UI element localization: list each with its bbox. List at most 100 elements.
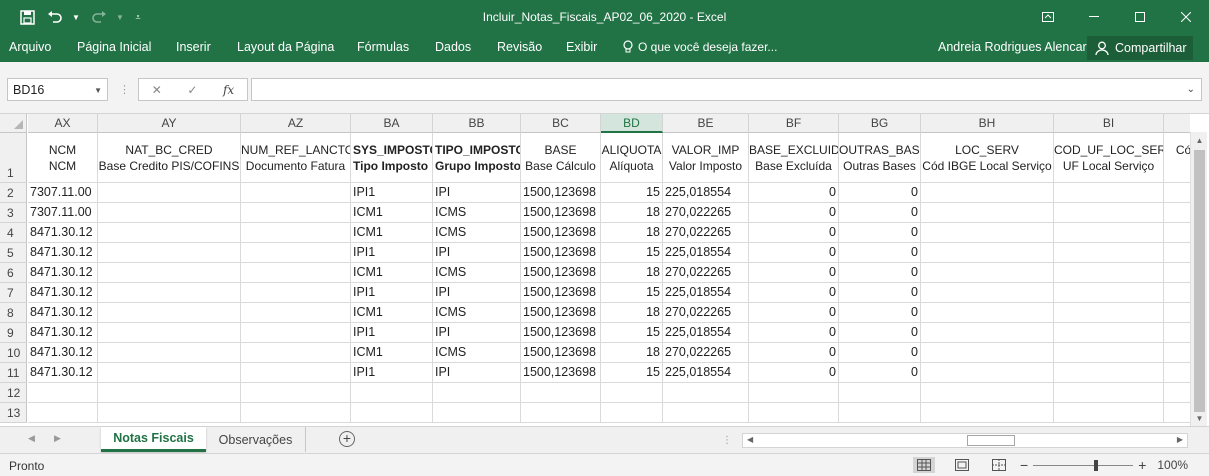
table-cell[interactable]: 0 [839, 323, 921, 343]
header-cell[interactable]: NCM NCM [28, 133, 98, 183]
table-cell[interactable] [98, 243, 241, 263]
table-cell[interactable] [839, 403, 921, 423]
table-cell[interactable]: 0 [839, 183, 921, 203]
table-cell[interactable] [921, 363, 1054, 383]
table-cell[interactable] [241, 383, 351, 403]
column-header[interactable]: BA [351, 114, 433, 133]
table-cell[interactable]: IPI [433, 243, 521, 263]
zoom-out-icon[interactable]: − [1020, 457, 1028, 473]
table-cell[interactable] [1054, 323, 1164, 343]
table-cell[interactable]: 270,022265 [663, 203, 749, 223]
scroll-down-icon[interactable]: ▼ [1191, 410, 1208, 426]
name-box[interactable]: BD16 ▼ [7, 78, 108, 101]
table-cell[interactable] [921, 303, 1054, 323]
table-cell[interactable] [241, 223, 351, 243]
table-cell[interactable]: 0 [839, 303, 921, 323]
header-cell[interactable]: OUTRAS_BASE Outras Bases [839, 133, 921, 183]
expand-formula-bar-icon[interactable]: ⌄ [1187, 84, 1195, 95]
table-cell[interactable]: ICM1 [351, 223, 433, 243]
select-all-button[interactable] [0, 114, 27, 133]
table-cell[interactable] [28, 383, 98, 403]
table-cell[interactable]: 1500,123698 [521, 203, 601, 223]
table-cell[interactable] [98, 403, 241, 423]
table-cell[interactable] [98, 263, 241, 283]
table-cell[interactable] [98, 303, 241, 323]
table-cell[interactable] [1054, 283, 1164, 303]
header-cell[interactable]: SYS_IMPOSTO Tipo Imposto [351, 133, 433, 183]
table-cell[interactable] [1054, 363, 1164, 383]
add-sheet-icon[interactable]: + [339, 431, 355, 447]
table-cell[interactable]: 1500,123698 [521, 343, 601, 363]
table-cell[interactable] [921, 203, 1054, 223]
table-cell[interactable] [601, 403, 663, 423]
table-cell[interactable]: IPI [433, 323, 521, 343]
tab-exibir[interactable]: Exibir [566, 40, 597, 54]
table-cell[interactable]: 18 [601, 343, 663, 363]
table-cell[interactable]: 1500,123698 [521, 183, 601, 203]
table-cell[interactable]: IPI [433, 283, 521, 303]
table-cell[interactable] [1164, 343, 1190, 363]
table-cell[interactable]: IPI1 [351, 323, 433, 343]
table-cell[interactable]: 8471.30.12 [28, 323, 98, 343]
column-header[interactable]: AX [28, 114, 98, 133]
column-header[interactable]: AZ [241, 114, 351, 133]
table-cell[interactable] [1164, 283, 1190, 303]
table-cell[interactable] [98, 183, 241, 203]
formula-input[interactable]: ⌄ [251, 78, 1202, 101]
table-cell[interactable] [1054, 203, 1164, 223]
zoom-in-icon[interactable]: + [1138, 457, 1146, 473]
table-cell[interactable] [1164, 323, 1190, 343]
table-cell[interactable]: ICMS [433, 203, 521, 223]
tab-pagina-inicial[interactable]: Página Inicial [77, 40, 151, 54]
table-cell[interactable]: 7307.11.00 [28, 183, 98, 203]
table-cell[interactable] [433, 383, 521, 403]
table-cell[interactable] [921, 323, 1054, 343]
table-cell[interactable] [1164, 403, 1190, 423]
table-cell[interactable] [921, 263, 1054, 283]
table-cell[interactable] [98, 223, 241, 243]
table-cell[interactable] [28, 403, 98, 423]
table-cell[interactable]: 1500,123698 [521, 283, 601, 303]
row-header[interactable]: 6 [0, 263, 27, 283]
formula-bar-grip-icon[interactable]: ⋮ [119, 83, 130, 96]
table-cell[interactable]: IPI1 [351, 243, 433, 263]
table-cell[interactable] [351, 403, 433, 423]
table-cell[interactable] [241, 243, 351, 263]
previous-sheet-icon[interactable]: ◀ [28, 433, 35, 444]
table-cell[interactable]: 0 [749, 303, 839, 323]
table-cell[interactable]: 8471.30.12 [28, 263, 98, 283]
share-button[interactable]: Compartilhar [1087, 36, 1193, 60]
table-cell[interactable] [921, 183, 1054, 203]
table-cell[interactable]: 0 [839, 243, 921, 263]
table-cell[interactable] [241, 323, 351, 343]
table-cell[interactable] [98, 343, 241, 363]
column-header[interactable]: BD [601, 114, 663, 133]
table-cell[interactable]: 18 [601, 223, 663, 243]
cancel-icon[interactable]: ✕ [152, 83, 162, 97]
column-header[interactable]: BE [663, 114, 749, 133]
table-cell[interactable]: 18 [601, 263, 663, 283]
tab-arquivo[interactable]: Arquivo [9, 40, 51, 54]
table-cell[interactable]: ICMS [433, 343, 521, 363]
table-cell[interactable]: 1500,123698 [521, 303, 601, 323]
table-cell[interactable] [1054, 383, 1164, 403]
table-cell[interactable] [601, 383, 663, 403]
table-cell[interactable] [921, 343, 1054, 363]
table-cell[interactable]: 0 [839, 203, 921, 223]
table-cell[interactable] [241, 363, 351, 383]
column-header[interactable]: BF [749, 114, 839, 133]
enter-icon[interactable]: ✓ [187, 83, 197, 97]
table-cell[interactable]: 0 [749, 183, 839, 203]
table-cell[interactable] [1164, 383, 1190, 403]
column-header[interactable]: BB [433, 114, 521, 133]
table-cell[interactable]: 1500,123698 [521, 363, 601, 383]
table-cell[interactable]: 8471.30.12 [28, 363, 98, 383]
table-cell[interactable]: 1500,123698 [521, 263, 601, 283]
table-cell[interactable]: 0 [749, 363, 839, 383]
table-cell[interactable] [663, 403, 749, 423]
table-cell[interactable]: ICMS [433, 263, 521, 283]
header-cell[interactable]: ALIQUOTA Alíquota [601, 133, 663, 183]
table-cell[interactable]: 15 [601, 323, 663, 343]
row-header[interactable]: 5 [0, 243, 27, 263]
sheet-tab-observacoes[interactable]: Observações [206, 427, 306, 452]
